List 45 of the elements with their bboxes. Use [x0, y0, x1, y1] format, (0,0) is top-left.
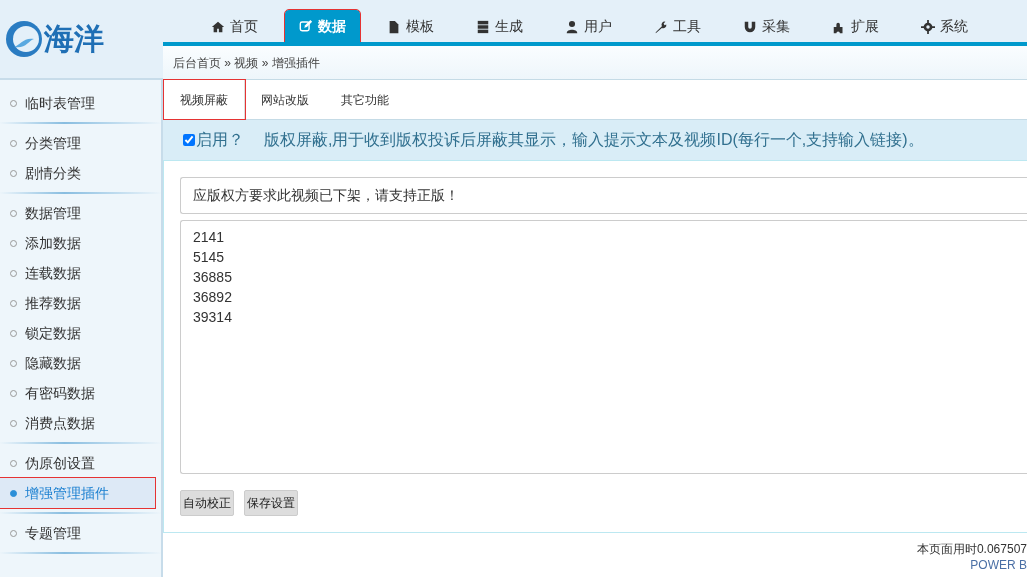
action-button[interactable]: 保存设置 [244, 490, 298, 516]
sidebar-item[interactable]: 专题管理 [0, 518, 155, 548]
enable-label: 启用？ [196, 130, 244, 150]
ids-field[interactable]: 2141 5145 36885 36892 39314 [180, 220, 1027, 474]
nav-tab[interactable]: 工具 [639, 11, 716, 42]
sidebar-item[interactable]: 消费点数据 [0, 408, 155, 438]
notice-field[interactable]: 应版权方要求此视频已下架，请支持正版！ [180, 177, 1027, 214]
user-icon [565, 19, 579, 34]
sidebar-item[interactable]: 推荐数据 [0, 288, 155, 318]
enable-checkbox[interactable] [183, 134, 195, 146]
sidebar-item[interactable]: 数据管理 [0, 198, 155, 228]
timing-text: 本页面用时0.067507 [915, 541, 1027, 557]
tab[interactable]: 视频屏蔽 [164, 80, 245, 119]
edit-icon [299, 19, 313, 33]
wave-logo-icon [4, 19, 44, 59]
server-icon [476, 19, 490, 34]
file-icon [387, 19, 401, 34]
power-text: POWER B [969, 557, 1027, 573]
sidebar-item[interactable]: 隐藏数据 [0, 348, 155, 378]
sidebar-item[interactable]: 临时表管理 [0, 88, 155, 118]
nav-tab[interactable]: 首页 [196, 11, 273, 42]
sidebar-item[interactable]: 分类管理 [0, 128, 155, 158]
sidebar-item[interactable]: 锁定数据 [0, 318, 155, 348]
action-button[interactable]: 自动校正 [180, 490, 234, 516]
settings-icon [921, 19, 935, 34]
sidebar-item[interactable]: 连载数据 [0, 258, 155, 288]
tab[interactable]: 其它功能 [325, 80, 405, 119]
tab[interactable]: 网站改版 [245, 80, 325, 119]
logo-text: 海洋 [44, 24, 104, 54]
nav-tab[interactable]: 模板 [372, 11, 449, 42]
sidebar-item[interactable]: 添加数据 [0, 228, 155, 258]
nav-tab[interactable]: 系统 [906, 11, 983, 42]
sidebar-item[interactable]: 有密码数据 [0, 378, 155, 408]
bullet-icon [10, 489, 17, 497]
description-text: 版权屏蔽,用于收到版权投诉后屏蔽其显示，输入提示文本及视频ID(每行一个,支持输入链接)。 [264, 130, 924, 150]
nav-tab[interactable]: 生成 [461, 11, 538, 42]
magnet-icon [743, 19, 757, 34]
nav-tab[interactable]: 用户 [550, 11, 627, 42]
wrench-icon [654, 19, 668, 34]
nav-tab[interactable]: 扩展 [817, 11, 894, 42]
sidebar-item[interactable]: 剧情分类 [0, 158, 155, 188]
nav-tab[interactable]: 采集 [728, 11, 805, 42]
sidebar-item[interactable]: 增强管理插件 [0, 478, 155, 508]
home-icon [211, 19, 225, 34]
breadcrumb: 后台首页 » 视频 » 增强插件 [163, 46, 1027, 80]
